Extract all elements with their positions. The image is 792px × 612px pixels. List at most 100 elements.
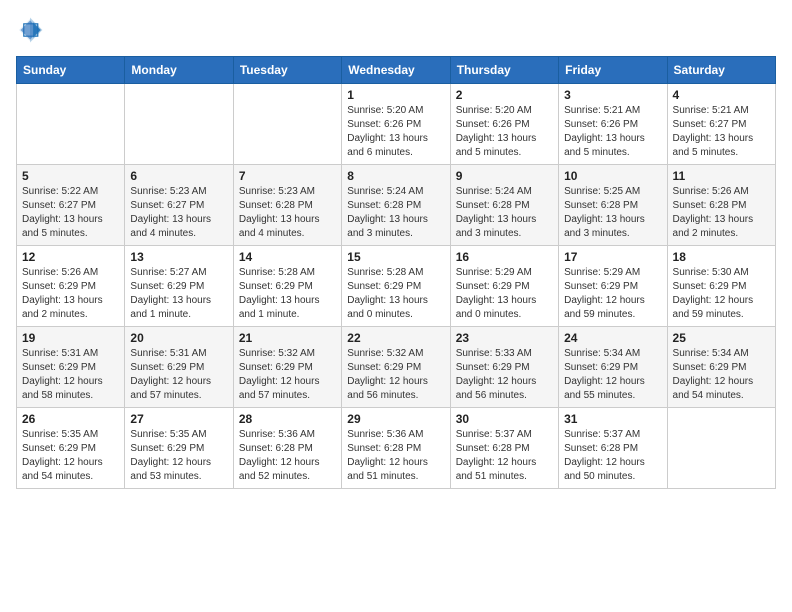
- day-number: 25: [673, 331, 770, 345]
- calendar-day-cell: 24 Sunrise: 5:34 AM Sunset: 6:29 PM Dayli…: [559, 327, 667, 408]
- weekday-header: Thursday: [450, 57, 558, 84]
- day-number: 24: [564, 331, 661, 345]
- calendar-day-cell: 27 Sunrise: 5:35 AM Sunset: 6:29 PM Dayli…: [125, 408, 233, 489]
- day-number: 31: [564, 412, 661, 426]
- day-info: Sunrise: 5:33 AM Sunset: 6:29 PM Dayligh…: [456, 347, 553, 403]
- day-info: Sunrise: 5:26 AM Sunset: 6:28 PM Dayligh…: [673, 185, 770, 241]
- day-number: 8: [347, 169, 444, 183]
- calendar-day-cell: [17, 84, 125, 165]
- day-info: Sunrise: 5:22 AM Sunset: 6:27 PM Dayligh…: [22, 185, 119, 241]
- day-info: Sunrise: 5:20 AM Sunset: 6:26 PM Dayligh…: [347, 104, 444, 160]
- calendar-day-cell: [233, 84, 341, 165]
- calendar-day-cell: 20 Sunrise: 5:31 AM Sunset: 6:29 PM Dayli…: [125, 327, 233, 408]
- day-info: Sunrise: 5:31 AM Sunset: 6:29 PM Dayligh…: [130, 347, 227, 403]
- day-info: Sunrise: 5:25 AM Sunset: 6:28 PM Dayligh…: [564, 185, 661, 241]
- day-info: Sunrise: 5:30 AM Sunset: 6:29 PM Dayligh…: [673, 266, 770, 322]
- day-info: Sunrise: 5:23 AM Sunset: 6:28 PM Dayligh…: [239, 185, 336, 241]
- day-number: 28: [239, 412, 336, 426]
- day-number: 1: [347, 88, 444, 102]
- weekday-header: Tuesday: [233, 57, 341, 84]
- calendar-day-cell: 15Sunrise: 5:28 AM Sunset: 6:29 PM Dayli…: [342, 246, 450, 327]
- day-number: 13: [130, 250, 227, 264]
- day-number: 12: [22, 250, 119, 264]
- day-info: Sunrise: 5:37 AM Sunset: 6:28 PM Dayligh…: [564, 428, 661, 484]
- day-info: Sunrise: 5:28 AM Sunset: 6:29 PM Dayligh…: [347, 266, 444, 322]
- day-number: 17: [564, 250, 661, 264]
- calendar-day-cell: 4Sunrise: 5:21 AM Sunset: 6:27 PM Daylig…: [667, 84, 775, 165]
- calendar-week-row: 5 Sunrise: 5:22 AM Sunset: 6:27 PM Daylig…: [17, 165, 776, 246]
- day-number: 18: [673, 250, 770, 264]
- day-info: Sunrise: 5:21 AM Sunset: 6:27 PM Dayligh…: [673, 104, 770, 160]
- day-number: 5: [22, 169, 119, 183]
- day-number: 16: [456, 250, 553, 264]
- day-info: Sunrise: 5:35 AM Sunset: 6:29 PM Dayligh…: [130, 428, 227, 484]
- day-number: 20: [130, 331, 227, 345]
- calendar-day-cell: 25Sunrise: 5:34 AM Sunset: 6:29 PM Dayli…: [667, 327, 775, 408]
- calendar-day-cell: 17 Sunrise: 5:29 AM Sunset: 6:29 PM Dayli…: [559, 246, 667, 327]
- calendar-day-cell: 13 Sunrise: 5:27 AM Sunset: 6:29 PM Dayli…: [125, 246, 233, 327]
- calendar-day-cell: 2Sunrise: 5:20 AM Sunset: 6:26 PM Daylig…: [450, 84, 558, 165]
- day-info: Sunrise: 5:24 AM Sunset: 6:28 PM Dayligh…: [456, 185, 553, 241]
- day-number: 19: [22, 331, 119, 345]
- day-number: 26: [22, 412, 119, 426]
- calendar-week-row: 19 Sunrise: 5:31 AM Sunset: 6:29 PM Dayli…: [17, 327, 776, 408]
- day-number: 29: [347, 412, 444, 426]
- day-number: 22: [347, 331, 444, 345]
- day-info: Sunrise: 5:29 AM Sunset: 6:29 PM Dayligh…: [456, 266, 553, 322]
- logo-icon: [16, 16, 44, 44]
- day-number: 9: [456, 169, 553, 183]
- day-number: 3: [564, 88, 661, 102]
- day-info: Sunrise: 5:34 AM Sunset: 6:29 PM Dayligh…: [564, 347, 661, 403]
- weekday-header: Sunday: [17, 57, 125, 84]
- day-number: 11: [673, 169, 770, 183]
- page-header: [16, 16, 776, 44]
- calendar-day-cell: 21 Sunrise: 5:32 AM Sunset: 6:29 PM Dayli…: [233, 327, 341, 408]
- calendar-day-cell: 19 Sunrise: 5:31 AM Sunset: 6:29 PM Dayli…: [17, 327, 125, 408]
- calendar-day-cell: 1 Sunrise: 5:20 AM Sunset: 6:26 PM Daylig…: [342, 84, 450, 165]
- day-info: Sunrise: 5:24 AM Sunset: 6:28 PM Dayligh…: [347, 185, 444, 241]
- calendar-day-cell: 11 Sunrise: 5:26 AM Sunset: 6:28 PM Dayli…: [667, 165, 775, 246]
- calendar-day-cell: 30Sunrise: 5:37 AM Sunset: 6:28 PM Dayli…: [450, 408, 558, 489]
- calendar-day-cell: 10 Sunrise: 5:25 AM Sunset: 6:28 PM Dayli…: [559, 165, 667, 246]
- weekday-header: Friday: [559, 57, 667, 84]
- calendar-day-cell: 31 Sunrise: 5:37 AM Sunset: 6:28 PM Dayli…: [559, 408, 667, 489]
- calendar-day-cell: [667, 408, 775, 489]
- day-info: Sunrise: 5:20 AM Sunset: 6:26 PM Dayligh…: [456, 104, 553, 160]
- calendar-day-cell: 9 Sunrise: 5:24 AM Sunset: 6:28 PM Daylig…: [450, 165, 558, 246]
- day-number: 14: [239, 250, 336, 264]
- calendar-header-row: SundayMondayTuesdayWednesdayThursdayFrid…: [17, 57, 776, 84]
- calendar-day-cell: 22 Sunrise: 5:32 AM Sunset: 6:29 PM Dayli…: [342, 327, 450, 408]
- day-info: Sunrise: 5:36 AM Sunset: 6:28 PM Dayligh…: [239, 428, 336, 484]
- calendar-week-row: 1 Sunrise: 5:20 AM Sunset: 6:26 PM Daylig…: [17, 84, 776, 165]
- day-info: Sunrise: 5:29 AM Sunset: 6:29 PM Dayligh…: [564, 266, 661, 322]
- day-number: 23: [456, 331, 553, 345]
- calendar-day-cell: 14 Sunrise: 5:28 AM Sunset: 6:29 PM Dayli…: [233, 246, 341, 327]
- calendar-day-cell: 12 Sunrise: 5:26 AM Sunset: 6:29 PM Dayli…: [17, 246, 125, 327]
- day-info: Sunrise: 5:23 AM Sunset: 6:27 PM Dayligh…: [130, 185, 227, 241]
- day-number: 27: [130, 412, 227, 426]
- calendar-day-cell: 16 Sunrise: 5:29 AM Sunset: 6:29 PM Dayli…: [450, 246, 558, 327]
- calendar-day-cell: 23 Sunrise: 5:33 AM Sunset: 6:29 PM Dayli…: [450, 327, 558, 408]
- day-info: Sunrise: 5:26 AM Sunset: 6:29 PM Dayligh…: [22, 266, 119, 322]
- day-number: 6: [130, 169, 227, 183]
- weekday-header: Saturday: [667, 57, 775, 84]
- day-number: 10: [564, 169, 661, 183]
- day-info: Sunrise: 5:21 AM Sunset: 6:26 PM Dayligh…: [564, 104, 661, 160]
- day-info: Sunrise: 5:37 AM Sunset: 6:28 PM Dayligh…: [456, 428, 553, 484]
- day-number: 7: [239, 169, 336, 183]
- calendar-day-cell: 3 Sunrise: 5:21 AM Sunset: 6:26 PM Daylig…: [559, 84, 667, 165]
- day-number: 21: [239, 331, 336, 345]
- logo: [16, 16, 48, 44]
- day-info: Sunrise: 5:31 AM Sunset: 6:29 PM Dayligh…: [22, 347, 119, 403]
- calendar-day-cell: 26Sunrise: 5:35 AM Sunset: 6:29 PM Dayli…: [17, 408, 125, 489]
- calendar-day-cell: 7 Sunrise: 5:23 AM Sunset: 6:28 PM Daylig…: [233, 165, 341, 246]
- calendar-day-cell: [125, 84, 233, 165]
- day-info: Sunrise: 5:32 AM Sunset: 6:29 PM Dayligh…: [347, 347, 444, 403]
- day-info: Sunrise: 5:36 AM Sunset: 6:28 PM Dayligh…: [347, 428, 444, 484]
- calendar-day-cell: 8 Sunrise: 5:24 AM Sunset: 6:28 PM Daylig…: [342, 165, 450, 246]
- day-info: Sunrise: 5:32 AM Sunset: 6:29 PM Dayligh…: [239, 347, 336, 403]
- day-info: Sunrise: 5:28 AM Sunset: 6:29 PM Dayligh…: [239, 266, 336, 322]
- calendar-day-cell: 18 Sunrise: 5:30 AM Sunset: 6:29 PM Dayli…: [667, 246, 775, 327]
- day-info: Sunrise: 5:27 AM Sunset: 6:29 PM Dayligh…: [130, 266, 227, 322]
- calendar-day-cell: 5 Sunrise: 5:22 AM Sunset: 6:27 PM Daylig…: [17, 165, 125, 246]
